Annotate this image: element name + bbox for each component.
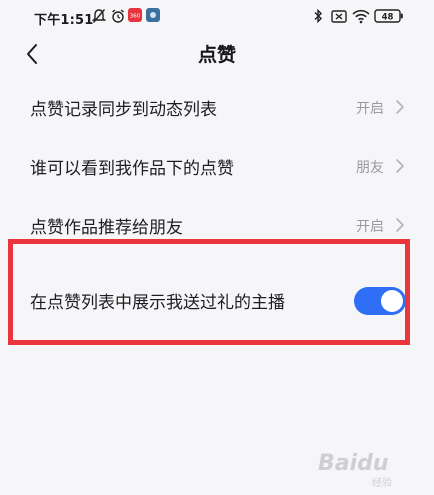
setting-label: 谁可以看到我作品下的点赞 — [30, 159, 234, 179]
watermark-text: Baidu — [318, 451, 389, 476]
chevron-right-icon — [396, 100, 404, 114]
mute-bell-icon — [92, 8, 106, 24]
settings-list: 点赞记录同步到动态列表 开启 谁可以看到我作品下的点赞 朋友 点赞作品推荐给朋友… — [0, 78, 434, 345]
watermark-subtext: 经验 — [372, 478, 392, 489]
setting-value: 开启 — [356, 101, 384, 117]
chevron-right-icon — [396, 159, 404, 173]
app-badge-text: 360 — [130, 14, 141, 20]
status-time: 下午1:51 — [34, 13, 94, 28]
setting-row-show-gifted-streamers: 在点赞列表中展示我送过礼的主播 — [0, 255, 434, 345]
status-bar: 下午1:51 360 48 — [0, 0, 434, 36]
toggle-knob — [381, 290, 403, 312]
show-gifted-streamers-toggle[interactable] — [354, 287, 406, 315]
chevron-right-icon — [396, 218, 404, 232]
setting-label: 点赞记录同步到动态列表 — [30, 100, 217, 120]
alarm-icon — [111, 8, 125, 24]
setting-row-sync-likes[interactable]: 点赞记录同步到动态列表 开启 — [0, 78, 434, 137]
setting-row-recommend-to-friends[interactable]: 点赞作品推荐给朋友 开启 — [0, 196, 434, 255]
setting-row-like-visibility[interactable]: 谁可以看到我作品下的点赞 朋友 — [0, 137, 434, 196]
app-badge-icon: 360 — [128, 8, 142, 24]
setting-label: 在点赞列表中展示我送过礼的主播 — [30, 293, 285, 313]
setting-value: 开启 — [356, 219, 384, 235]
wifi-icon — [352, 8, 370, 24]
battery-level-text: 48 — [382, 13, 394, 23]
app-square-icon — [146, 8, 160, 24]
nav-bar: 点赞 — [0, 36, 434, 72]
bluetooth-icon — [313, 8, 323, 24]
sim-x-icon — [331, 8, 347, 24]
baidu-watermark: Baidu 经验 — [318, 451, 414, 489]
screen: 下午1:51 360 48 点赞 点赞记录同步到动态列表 开启 谁可以看到我作品… — [0, 0, 434, 495]
battery-icon: 48 — [374, 8, 404, 24]
setting-label: 点赞作品推荐给朋友 — [30, 218, 183, 238]
page-title: 点赞 — [197, 44, 236, 66]
setting-value: 朋友 — [356, 160, 384, 176]
